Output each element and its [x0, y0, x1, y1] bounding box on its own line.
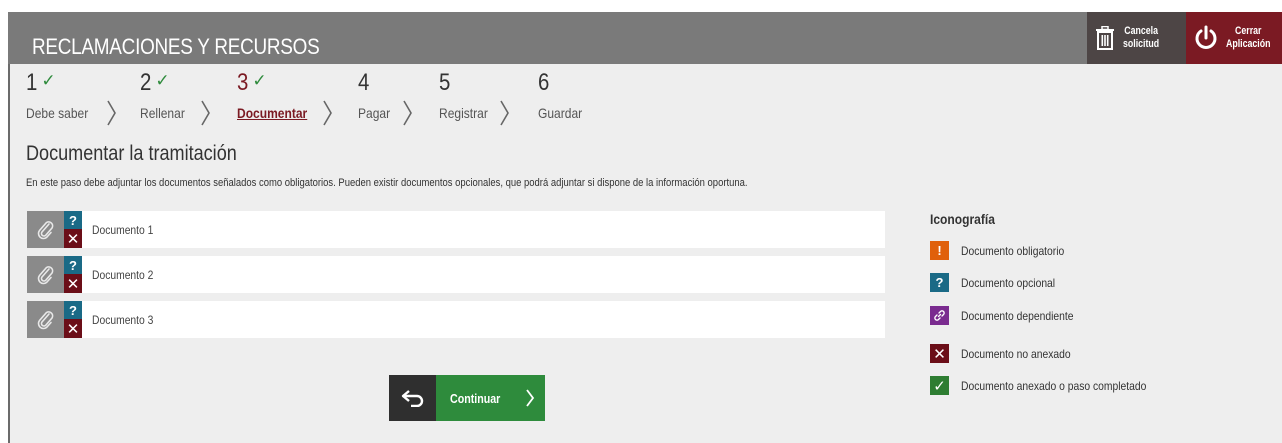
continue-button[interactable]: Continuar	[436, 375, 545, 421]
paperclip-icon	[37, 310, 53, 329]
chevron-right-icon	[323, 100, 332, 126]
document-status: ? ✕	[64, 256, 82, 293]
undo-arrow-icon	[401, 390, 423, 407]
x-icon: ✕	[64, 229, 82, 248]
paperclip-icon	[37, 220, 53, 239]
attach-button[interactable]	[27, 211, 64, 248]
step-3[interactable]: 3 ✓ Documentar	[237, 70, 307, 122]
step-2[interactable]: 2 ✓ Rellenar	[140, 70, 185, 122]
section-title: Documentar la tramitación	[26, 142, 237, 165]
question-icon: ?	[64, 211, 82, 229]
section-description: En este paso debe adjuntar los documento…	[26, 177, 748, 189]
document-status: ? ✕	[64, 211, 82, 248]
chevron-right-icon	[107, 100, 116, 126]
step-1[interactable]: 1 ✓ Debe saber	[26, 70, 88, 122]
step-5[interactable]: 5 Registrar	[439, 70, 488, 122]
step-4[interactable]: 4 Pagar	[358, 70, 390, 122]
step-2-label: Rellenar	[140, 105, 185, 121]
check-icon: ✓	[252, 71, 267, 90]
chevron-right-icon	[201, 100, 210, 126]
check-icon: ✓	[930, 376, 949, 395]
continue-label: Continuar	[450, 390, 501, 406]
x-icon: ✕	[64, 274, 82, 293]
document-status: ? ✕	[64, 301, 82, 338]
step-6[interactable]: 6 Guardar	[538, 70, 582, 122]
chevron-right-icon	[403, 100, 412, 126]
document-row: ? ✕ Documento 2	[27, 256, 885, 293]
legend-item-obligatorio: ! Documento obligatorio	[930, 241, 1081, 260]
attach-button[interactable]	[27, 301, 64, 338]
legend-item-opcional: ? Documento opcional	[930, 273, 1070, 292]
step-4-label: Pagar	[358, 105, 391, 121]
step-5-label: Registrar	[439, 105, 488, 121]
document-name: Documento 1	[92, 222, 154, 237]
back-button[interactable]	[389, 375, 436, 421]
chevron-right-icon	[526, 389, 535, 407]
check-icon: ✓	[41, 71, 56, 90]
document-name: Documento 2	[92, 267, 154, 282]
cancel-request-label: Cancela solicitud	[1123, 25, 1160, 50]
close-app-label: Cerrar Aplicación	[1226, 25, 1271, 50]
power-icon	[1186, 25, 1226, 51]
document-row: ? ✕ Documento 3	[27, 301, 885, 338]
step-6-label: Guardar	[538, 105, 583, 121]
step-1-label: Debe saber	[26, 105, 89, 121]
paperclip-icon	[37, 265, 53, 284]
x-icon: ✕	[930, 344, 949, 363]
question-icon: ?	[930, 273, 949, 292]
chevron-right-icon	[500, 100, 509, 126]
app-title: RECLAMACIONES Y RECURSOS	[32, 34, 320, 59]
link-icon	[930, 306, 949, 325]
trash-icon	[1087, 26, 1123, 50]
document-name: Documento 3	[92, 312, 154, 327]
legend-item-dependiente: Documento dependiente	[930, 306, 1092, 325]
check-icon: ✓	[155, 71, 170, 90]
document-row: ? ✕ Documento 1	[27, 211, 885, 248]
cancel-request-button[interactable]: Cancela solicitud	[1087, 12, 1186, 64]
attach-button[interactable]	[27, 256, 64, 293]
step-3-label: Documentar	[237, 105, 308, 121]
exclamation-icon: !	[930, 241, 949, 260]
question-icon: ?	[64, 256, 82, 274]
close-app-button[interactable]: Cerrar Aplicación	[1186, 12, 1282, 64]
legend-item-no-anexado: ✕ Documento no anexado	[930, 344, 1088, 363]
legend-title: Iconografía	[930, 211, 995, 227]
legend-item-anexado: ✓ Documento anexado o paso completado	[930, 376, 1176, 395]
x-icon: ✕	[64, 319, 82, 338]
question-icon: ?	[64, 301, 82, 319]
